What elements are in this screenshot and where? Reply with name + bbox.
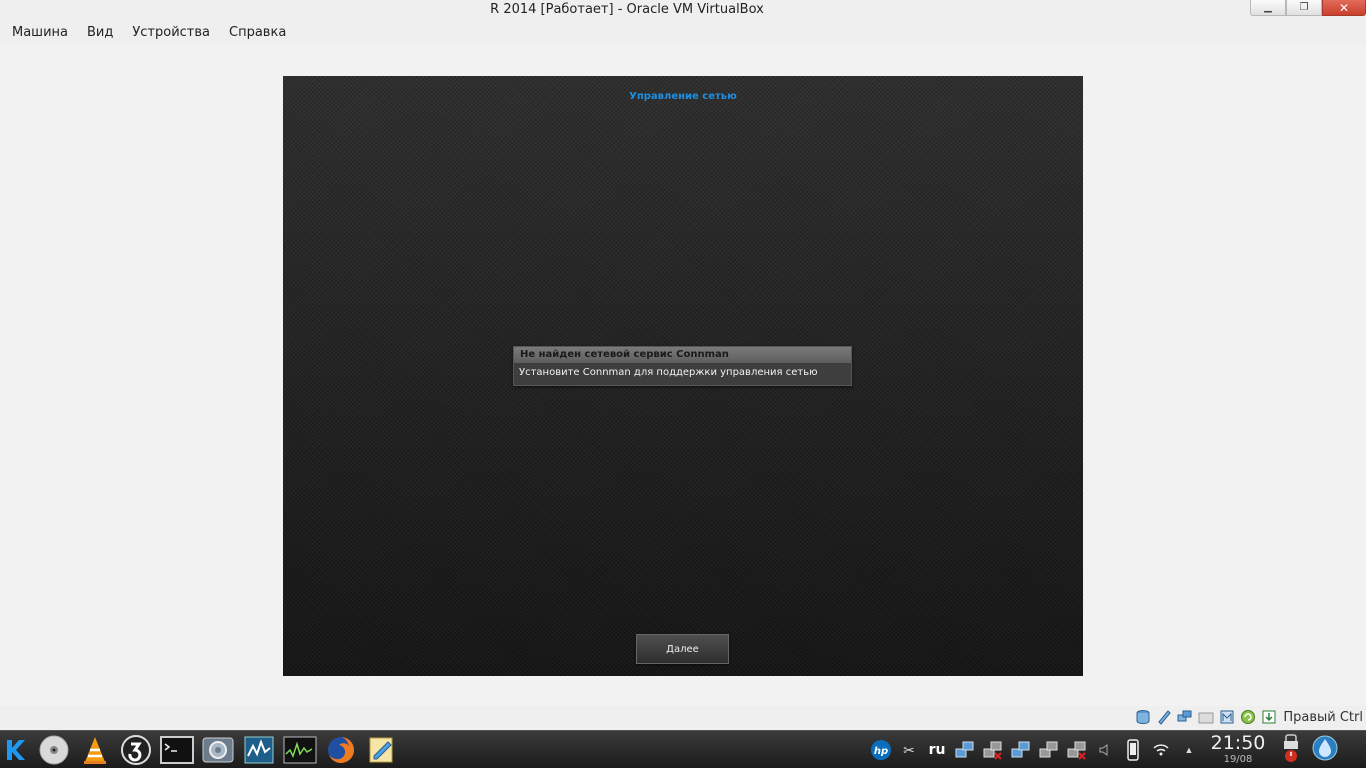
dialog-message: Установите Connman для поддержки управле… <box>519 367 818 378</box>
svg-text:hp: hp <box>874 746 888 757</box>
network-idle-icon[interactable] <box>1038 739 1060 761</box>
vlc-icon[interactable] <box>76 733 114 767</box>
optical-drive-icon[interactable] <box>1156 709 1172 725</box>
minimize-icon: ▁ <box>1264 2 1272 13</box>
wifi-icon[interactable] <box>1150 739 1172 761</box>
keyboard-capture-icon[interactable] <box>1261 709 1277 725</box>
lock-power-icon[interactable] <box>1280 734 1302 762</box>
clock-date: 19/08 <box>1223 754 1253 765</box>
clock[interactable]: 21:50 19/08 <box>1210 732 1266 765</box>
menu-view[interactable]: Вид <box>80 23 120 42</box>
clock-time: 21:50 <box>1210 732 1266 754</box>
menu-devices[interactable]: Устройства <box>125 23 217 42</box>
network-disconnected-icon[interactable] <box>982 739 1004 761</box>
kde-menu-icon[interactable] <box>0 733 32 767</box>
window-title: R 2014 [Работает] - Oracle VM VirtualBox <box>490 2 764 17</box>
menu-help[interactable]: Справка <box>222 23 293 42</box>
system-update-icon[interactable] <box>117 733 155 767</box>
hard-disk-icon[interactable] <box>1135 709 1151 725</box>
network-management-title: Управление сетью <box>629 91 737 102</box>
disc-burner-icon[interactable] <box>35 733 73 767</box>
network-connection-icon[interactable] <box>954 739 976 761</box>
system-monitor-icon[interactable] <box>240 733 278 767</box>
vbox-status-bar: Правый Ctrl <box>0 706 1366 730</box>
scissors-icon[interactable]: ✂ <box>898 739 920 761</box>
window-titlebar: R 2014 [Работает] - Oracle VM VirtualBox… <box>0 0 1366 20</box>
menu-bar: Машина Вид Устройства Справка <box>0 20 1366 44</box>
network-connection-icon[interactable] <box>1010 739 1032 761</box>
network-disconnected-icon[interactable] <box>1066 739 1088 761</box>
dialog-title: Не найден сетевой сервис Connman <box>514 347 851 363</box>
terminal-icon[interactable] <box>158 733 196 767</box>
restore-button[interactable]: ❐ <box>1286 0 1322 16</box>
shared-folder-icon[interactable] <box>1198 709 1214 725</box>
host-key-label: Правый Ctrl <box>1283 709 1363 725</box>
volume-icon[interactable] <box>1094 739 1116 761</box>
video-capture-icon[interactable] <box>1219 709 1235 725</box>
next-button[interactable]: Далее <box>636 634 729 664</box>
connman-dialog: Не найден сетевой сервис Connman Установ… <box>513 346 852 386</box>
mouse-integration-icon[interactable] <box>1240 709 1256 725</box>
system-tray: hp ✂ ru ▲ <box>870 735 1200 765</box>
firefox-icon[interactable] <box>322 733 360 767</box>
settings-icon[interactable] <box>199 733 237 767</box>
restore-icon: ❐ <box>1299 2 1309 13</box>
activity-graph-icon[interactable] <box>281 733 319 767</box>
minimize-button[interactable]: ▁ <box>1250 0 1286 16</box>
show-hidden-icons-icon[interactable]: ▲ <box>1178 739 1200 761</box>
taskbar: hp ✂ ru ▲ 21:50 19/08 <box>0 730 1366 768</box>
hp-printer-icon[interactable]: hp <box>870 739 892 761</box>
network-icon[interactable] <box>1177 709 1193 725</box>
close-icon: ✕ <box>1338 0 1350 15</box>
keyboard-layout-indicator[interactable]: ru <box>926 739 948 761</box>
show-desktop-icon[interactable] <box>1310 733 1340 763</box>
menu-machine[interactable]: Машина <box>5 23 75 42</box>
close-button[interactable]: ✕ <box>1322 0 1366 16</box>
phone-connect-icon[interactable] <box>1122 739 1144 761</box>
guest-screen[interactable]: Управление сетью Не найден сетевой серви… <box>283 76 1083 676</box>
window-controls: ▁ ❐ ✕ <box>1250 0 1366 16</box>
file-editor-icon[interactable] <box>363 733 401 767</box>
